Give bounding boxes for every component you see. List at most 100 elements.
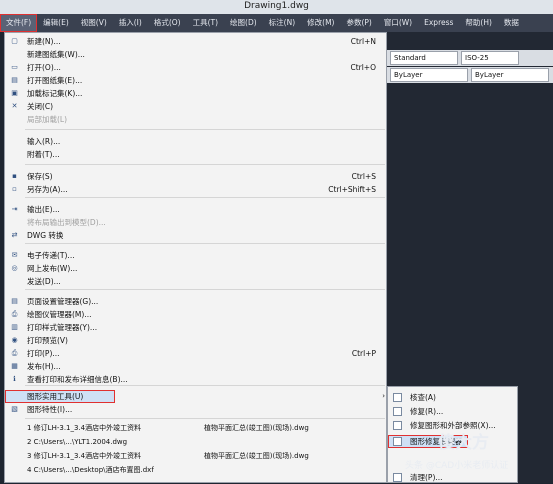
layer-combo-1[interactable]: ByLayer [390, 68, 468, 82]
file-menu-item[interactable]: ▪ 保存(S) Ctrl+S [5, 170, 386, 183]
submenu-item[interactable]: 核查(A) [388, 391, 517, 404]
dim-style-combo[interactable]: ISO-25 [461, 51, 519, 65]
file-menu-item[interactable]: ✕ 关闭(C) [5, 100, 386, 113]
menu-item-label: 将布局输出到模型(D)... [27, 218, 106, 227]
recent-file-name: 1 修订LH-3.1_3.4酒店中外竣工资料 [27, 424, 142, 432]
menu-item[interactable]: 标注(N) [263, 14, 301, 32]
file-menu-item[interactable]: ⎙ 绘图仪管理器(M)... [5, 308, 386, 321]
file-menu-item[interactable]: ▣ 加载标记集(K)... [5, 87, 386, 100]
file-menu-item[interactable]: ▧ 图形特性(I)... [5, 403, 386, 416]
menu-item-label: DWG 转换 [27, 231, 64, 240]
plotter-icon: ⎙ [11, 310, 18, 318]
file-menu-item[interactable]: ⇄ DWG 转换 [5, 229, 386, 242]
menu-item-label: 新建图纸集(W)... [27, 50, 85, 59]
menu-item[interactable]: 数据 [498, 14, 525, 32]
menu-item-shortcut: Ctrl+Shift+S [328, 185, 376, 194]
menu-item[interactable]: 格式(O) [148, 14, 187, 32]
file-menu-item[interactable]: ⇥ 输出(E)... [5, 203, 386, 216]
menu-item[interactable]: 窗口(W) [378, 14, 418, 32]
close-doc-icon: ✕ [11, 102, 18, 110]
markup-icon: ▣ [11, 89, 18, 97]
watermark-subtext: 头条 @CAD小米老师认证 [405, 461, 509, 471]
save-as-icon: ▫ [12, 185, 17, 193]
title-bar: Drawing1.dwg [0, 0, 553, 14]
submenu-item[interactable]: 清理(P)... [388, 471, 517, 484]
menu-item-shortcut: Ctrl+O [350, 63, 376, 72]
menu-item-shortcut: Ctrl+N [350, 37, 376, 46]
properties-icon: ▧ [11, 405, 18, 413]
menu-bar: 文件(F) 编辑(E) 视图(V) 插入(I) 格式(O) 工具(T) 绘图(D) 标注(N)… [0, 14, 553, 32]
file-menu-item[interactable]: ▤ 打开图纸集(E)... [5, 74, 386, 87]
menu-item-label: 绘图仪管理器(M)... [27, 310, 92, 319]
menu-item-label: 保存(S) [27, 172, 53, 181]
menu-item[interactable]: 绘图(D) [224, 14, 263, 32]
menu-item[interactable]: Express [418, 14, 459, 32]
menu-separator [25, 289, 385, 290]
menu-item-label: 发布(H)... [27, 362, 61, 371]
submenu-item-icon [393, 473, 402, 482]
recent-file-item[interactable]: 4 C:\Users\...\Desktop\酒店布置图.dxf [5, 464, 386, 476]
text-style-combo[interactable]: Standard [390, 51, 458, 65]
file-menu-item[interactable]: 附着(T)... [5, 148, 386, 161]
print-icon: ⎙ [11, 349, 18, 357]
file-menu-item[interactable]: ▫ 另存为(A)... Ctrl+Shift+S [5, 183, 386, 196]
file-menu-item[interactable]: ✉ 电子传递(T)... [5, 249, 386, 262]
file-menu-item[interactable]: ▥ 打印样式管理器(Y)... [5, 321, 386, 334]
file-menu-item[interactable]: ⎙ 打印(P)... Ctrl+P [5, 347, 386, 360]
file-menu-item[interactable]: ▦ 发布(H)... [5, 360, 386, 373]
publish-icon: ▦ [11, 362, 18, 370]
file-menu-item[interactable]: ℹ 查看打印和发布详细信息(B)... [5, 373, 386, 386]
menu-separator [25, 197, 385, 198]
recent-file-item[interactable]: 2 C:\Users\...\YLT1.2004.dwg [5, 436, 386, 448]
file-menu-item[interactable]: 图形实用工具(U) › [5, 390, 385, 403]
menu-item[interactable]: 插入(I) [113, 14, 148, 32]
layer-combo-2[interactable]: ByLayer [471, 68, 549, 82]
menu-item-shortcut: Ctrl+S [351, 172, 376, 181]
recent-file-name: 4 C:\Users\...\Desktop\酒店布置图.dxf [27, 466, 154, 474]
file-menu-item[interactable]: ▤ 页面设置管理器(G)... [5, 295, 386, 308]
menu-item-label: 输出(E)... [27, 205, 60, 214]
menu-separator [25, 164, 385, 165]
file-menu-item[interactable]: ▢ 新建(N)... Ctrl+N [5, 35, 386, 48]
new-doc-icon: ▢ [11, 37, 18, 45]
menu-item-label: 局部加载(L) [27, 115, 68, 124]
details-icon: ℹ [13, 375, 16, 383]
submenu-item[interactable]: 修复(R)... [388, 405, 517, 418]
menu-item[interactable]: 修改(M) [301, 14, 340, 32]
menu-item-label: 打印(P)... [27, 349, 60, 358]
open-sheet-icon: ▤ [11, 76, 18, 84]
window-title: Drawing1.dwg [244, 1, 309, 11]
file-menu-item[interactable]: ▭ 打开(O)... Ctrl+O [5, 61, 386, 74]
menu-item[interactable]: 视图(V) [75, 14, 113, 32]
style-toolbar: Standard ISO-25 [387, 50, 553, 66]
file-menu-item[interactable]: ◎ 网上发布(W)... [5, 262, 386, 275]
file-menu-item[interactable]: 发送(D)... [5, 275, 386, 288]
menu-item[interactable]: 参数(P) [340, 14, 377, 32]
menu-item-label: 图形特性(I)... [27, 405, 73, 414]
plot-style-icon: ▥ [11, 323, 18, 331]
recent-file-item[interactable]: 3 修订LH-3.1_3.4酒店中外竣工资料 植物平面汇总(竣工图)(现场).dw… [5, 450, 386, 462]
menu-item-label: 打开(O)... [27, 63, 61, 72]
etransmit-icon: ✉ [11, 251, 18, 259]
file-menu-item[interactable]: 输入(R)... [5, 135, 386, 148]
file-menu-item[interactable]: 新建图纸集(W)... [5, 48, 386, 61]
preview-icon: ◉ [11, 336, 18, 344]
menu-item-label: 打开图纸集(E)... [27, 76, 83, 85]
menu-item[interactable]: 编辑(E) [37, 14, 75, 32]
submenu-item-label: 修复(R)... [410, 407, 444, 416]
save-icon: ▪ [12, 172, 17, 180]
export-icon: ⇥ [11, 205, 18, 213]
file-menu-item[interactable]: ◉ 打印预览(V) [5, 334, 386, 347]
recent-file-item[interactable]: 1 修订LH-3.1_3.4酒店中外竣工资料 植物平面汇总(竣工图)(现场).dw… [5, 422, 386, 434]
submenu-item-icon [393, 437, 402, 446]
menu-item-label: 查看打印和发布详细信息(B)... [27, 375, 128, 384]
menu-item[interactable]: 文件(F) [0, 14, 38, 32]
menu-item[interactable]: 帮助(H) [459, 14, 498, 32]
properties-toolbar: ByLayer ByLayer [387, 67, 553, 83]
submenu-arrow-icon: › [382, 392, 385, 400]
menu-separator [25, 418, 385, 419]
menu-item-label: 图形实用工具(U) [27, 392, 84, 401]
recent-file-extra: 植物平面汇总(竣工图)(现场).dwg [204, 452, 309, 460]
file-menu: ▢ 新建(N)... Ctrl+N 新建图纸集(W)... ▭ 打开(O)... Ctrl+… [4, 32, 387, 483]
menu-item[interactable]: 工具(T) [187, 14, 224, 32]
